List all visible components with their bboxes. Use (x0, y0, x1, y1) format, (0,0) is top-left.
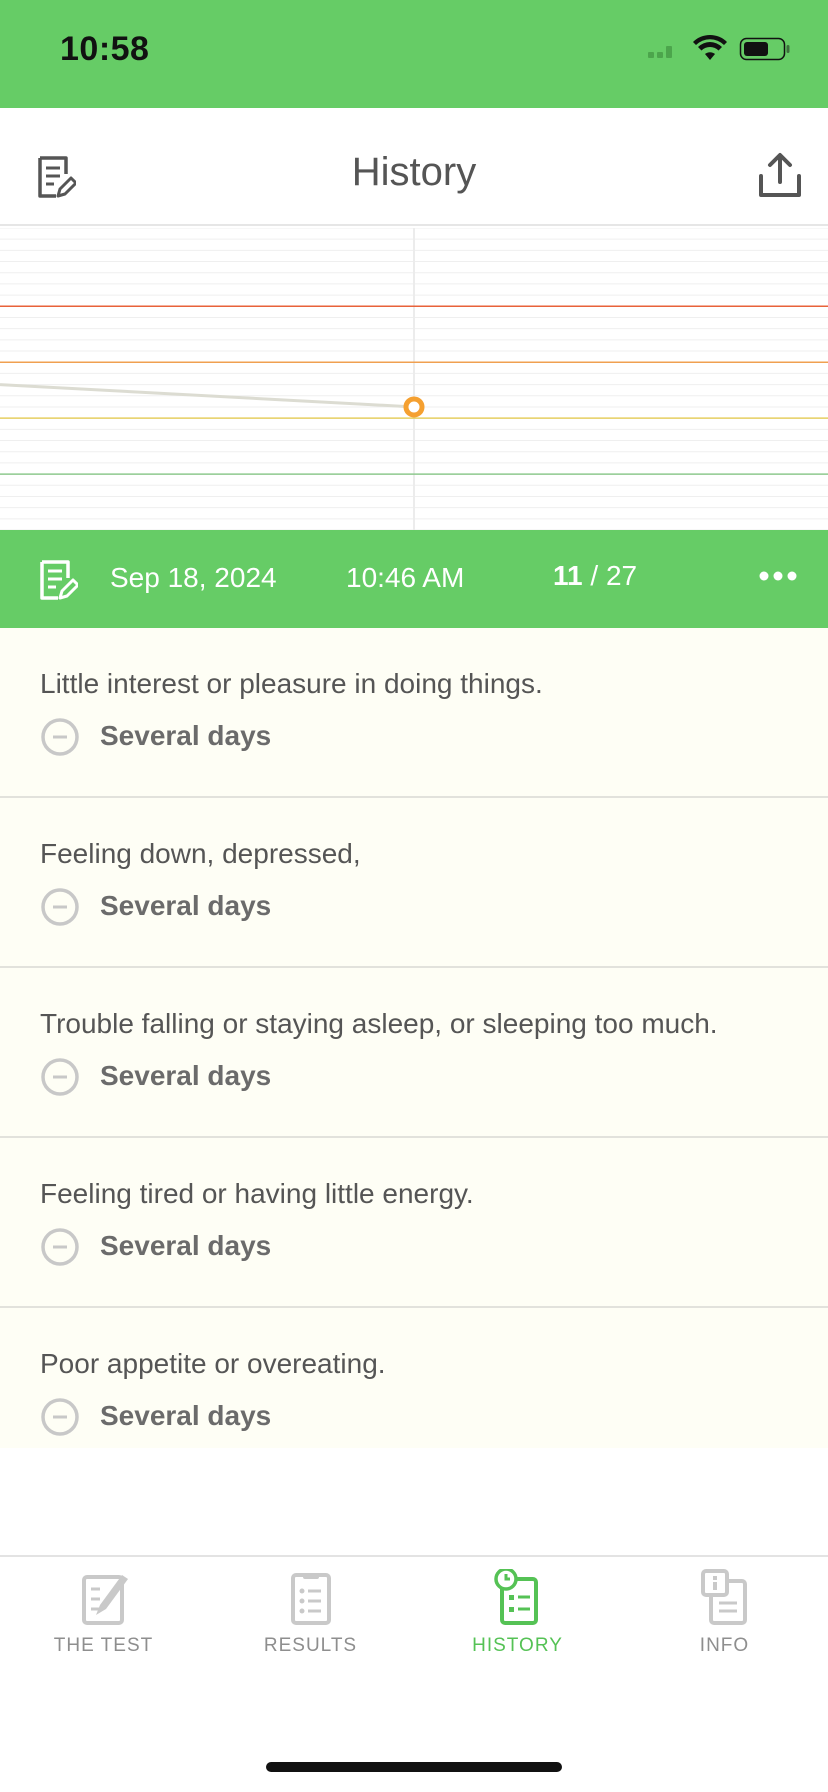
page-title: History (351, 150, 477, 194)
tab-bar: THE TEST RESULTS HISTORY INFO (0, 1555, 828, 1792)
list-item: Feeling down, depressed, Several days (0, 798, 828, 968)
entry-date: Sep 18, 2024 (110, 562, 277, 593)
minus-circle-icon (40, 1397, 80, 1437)
results-icon (285, 1569, 337, 1627)
history-chart[interactable] (0, 228, 828, 530)
app-screen: 10:58 History Sep 18, 2024 10:46 AM 11 /… (0, 0, 828, 1792)
list-item: Feeling tired or having little energy. S… (0, 1138, 828, 1308)
info-icon (699, 1569, 751, 1627)
minus-circle-icon (40, 887, 80, 927)
history-icon (492, 1567, 544, 1627)
share-icon[interactable] (756, 152, 804, 200)
score-value: 11 (553, 560, 583, 591)
status-icons (638, 34, 798, 64)
data-point (403, 396, 425, 418)
tab-label: THE TEST (53, 1635, 154, 1656)
question-text: Poor appetite or overeating. (40, 1348, 386, 1379)
answer-text: Several days (100, 720, 272, 751)
answer-text: Several days (100, 1400, 272, 1431)
test-icon (78, 1569, 130, 1627)
score-max: 27 (605, 560, 638, 591)
list-item: Poor appetite or overeating. Several day… (0, 1308, 828, 1448)
question-text: Little interest or pleasure in doing thi… (40, 668, 543, 699)
tab-results[interactable]: RESULTS (207, 1557, 414, 1667)
battery-icon (739, 37, 790, 61)
wifi-icon (693, 34, 727, 60)
entry-score: 11 / 27 (553, 560, 637, 592)
question-text: Trouble falling or staying asleep, or sl… (40, 1008, 718, 1039)
status-bar: 10:58 (0, 0, 828, 108)
answers-list: Little interest or pleasure in doing thi… (0, 628, 828, 1448)
answer-text: Several days (100, 890, 272, 921)
answer-text: Several days (100, 1060, 272, 1091)
entry-time: 10:46 AM (346, 562, 465, 593)
tab-info[interactable]: INFO (621, 1557, 828, 1667)
answer-text: Several days (100, 1230, 272, 1261)
score-separator: / (582, 560, 606, 591)
status-time: 10:58 (60, 30, 150, 68)
question-text: Feeling tired or having little energy. (40, 1178, 474, 1209)
list-item: Trouble falling or staying asleep, or sl… (0, 968, 828, 1138)
more-icon[interactable] (758, 566, 798, 586)
tab-history[interactable]: HISTORY (414, 1557, 621, 1667)
home-indicator (266, 1762, 562, 1772)
question-text: Feeling down, depressed, (40, 838, 361, 869)
signal-icon (648, 46, 672, 58)
minus-circle-icon (40, 717, 80, 757)
history-entry-bar[interactable]: Sep 18, 2024 10:46 AM 11 / 27 (0, 530, 828, 628)
minus-circle-icon (40, 1227, 80, 1267)
list-item: Little interest or pleasure in doing thi… (0, 628, 828, 798)
minus-circle-icon (40, 1057, 80, 1097)
edit-note-icon[interactable] (38, 558, 80, 602)
tab-the-test[interactable]: THE TEST (0, 1557, 207, 1667)
tab-label: RESULTS (263, 1635, 358, 1656)
tab-label: HISTORY (472, 1635, 563, 1656)
nav-header: History (0, 108, 828, 226)
tab-label: INFO (699, 1635, 750, 1656)
